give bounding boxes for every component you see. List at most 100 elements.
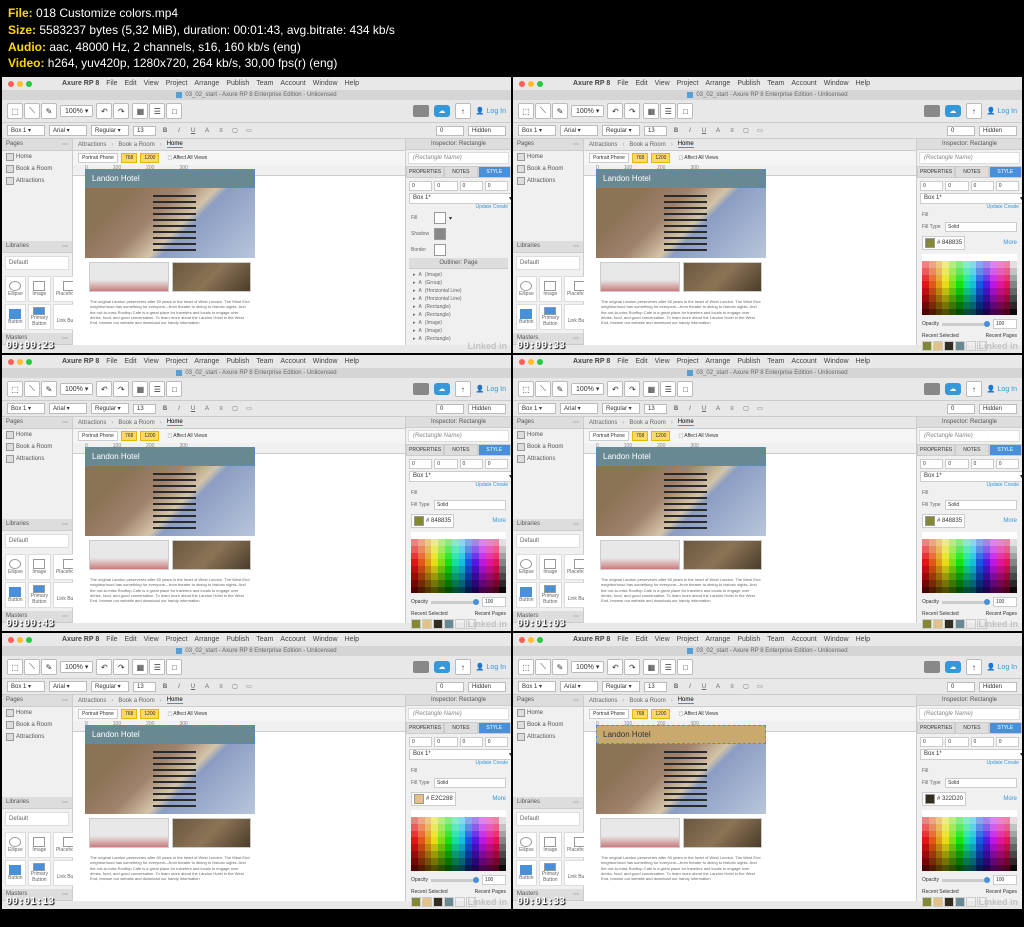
bold-icon[interactable]: B: [671, 126, 681, 136]
italic-icon[interactable]: I: [174, 126, 184, 136]
text-color-icon[interactable]: A: [713, 404, 723, 414]
page-tree-item[interactable]: Book a Room: [2, 163, 72, 175]
underline-icon[interactable]: U: [188, 682, 198, 692]
page-tree-item[interactable]: Book a Room: [513, 163, 583, 175]
library-widget[interactable]: Image: [539, 832, 562, 858]
breadcrumb-item[interactable]: Attractions: [78, 420, 106, 426]
menu-item[interactable]: Help: [856, 80, 870, 87]
menu-item[interactable]: Arrange: [194, 358, 219, 365]
style-selector[interactable]: Box 1*▾: [920, 749, 1022, 760]
align-icon[interactable]: ▦: [643, 381, 659, 397]
hotel-header[interactable]: Landon Hotel: [85, 169, 255, 188]
undo-icon[interactable]: ↶: [96, 381, 112, 397]
bold-icon[interactable]: B: [671, 404, 681, 414]
select-tool-icon[interactable]: ⬚: [518, 659, 534, 675]
thumbnail-1[interactable]: [600, 540, 680, 570]
fill-icon[interactable]: ▢: [741, 682, 751, 692]
align-left-icon[interactable]: ≡: [216, 682, 226, 692]
outline-item[interactable]: ▸A(Image): [411, 319, 506, 327]
menu-item[interactable]: Edit: [125, 80, 137, 87]
window-controls[interactable]: [8, 81, 32, 87]
font-select[interactable]: Arial ▾: [49, 125, 87, 136]
menu-item[interactable]: Publish: [737, 358, 760, 365]
menu-item[interactable]: Team: [256, 80, 273, 87]
opacity-slider[interactable]: [431, 879, 479, 882]
zoom-input[interactable]: 100% ▾: [571, 383, 604, 395]
page-tree-item[interactable]: Book a Room: [513, 719, 583, 731]
window-controls[interactable]: [519, 81, 543, 87]
font-select[interactable]: Arial ▾: [560, 681, 598, 692]
menu-item[interactable]: Account: [280, 636, 305, 643]
window-controls[interactable]: [8, 637, 32, 643]
color-hex-input[interactable]: # 848835: [922, 236, 965, 250]
canvas[interactable]: Attractions›Book a Room›Home Portrait Ph…: [584, 417, 916, 623]
inspector-tab[interactable]: STYLE: [989, 166, 1022, 178]
weight-select[interactable]: Regular ▾: [91, 681, 129, 692]
breadcrumb-item[interactable]: Home: [167, 419, 183, 426]
viewport-width[interactable]: 768: [121, 709, 137, 719]
inspector-tab[interactable]: NOTES: [955, 166, 988, 178]
hotel-header[interactable]: Landon Hotel: [596, 725, 766, 744]
pen-tool-icon[interactable]: ✎: [41, 659, 57, 675]
size-input[interactable]: 13: [133, 126, 156, 136]
thumbnail-2[interactable]: [172, 818, 252, 848]
update-link[interactable]: Update: [986, 760, 1002, 766]
redo-icon[interactable]: ↷: [113, 381, 129, 397]
menu-item[interactable]: Team: [767, 80, 784, 87]
bold-icon[interactable]: B: [671, 682, 681, 692]
default-library[interactable]: Default: [5, 812, 69, 826]
menu-item[interactable]: Window: [313, 636, 338, 643]
share-icon[interactable]: ☁: [945, 383, 961, 395]
border-icon[interactable]: ▭: [755, 404, 765, 414]
font-select[interactable]: Arial ▾: [49, 403, 87, 414]
menu-item[interactable]: Publish: [737, 80, 760, 87]
body-text[interactable]: The original Landon perseveres after 50 …: [85, 852, 255, 884]
publish-icon[interactable]: ↑: [966, 103, 982, 119]
default-library[interactable]: Default: [5, 256, 69, 270]
group-icon[interactable]: □: [677, 103, 693, 119]
inspector-tab[interactable]: PROPERTIES: [406, 722, 444, 734]
menu-item[interactable]: Account: [791, 636, 816, 643]
default-library[interactable]: Default: [516, 812, 580, 826]
breadcrumb-item[interactable]: Attractions: [78, 142, 106, 148]
group-icon[interactable]: □: [677, 659, 693, 675]
pen-tool-icon[interactable]: ✎: [41, 381, 57, 397]
menu-item[interactable]: Arrange: [194, 636, 219, 643]
create-link[interactable]: Create: [1004, 204, 1019, 210]
font-select[interactable]: Arial ▾: [49, 681, 87, 692]
menu-item[interactable]: Publish: [226, 636, 249, 643]
preview-icon[interactable]: [924, 661, 940, 673]
viewport-label[interactable]: Portrait Phone: [589, 153, 629, 163]
redo-icon[interactable]: ↷: [113, 659, 129, 675]
widget-name-input[interactable]: (Rectangle Name): [408, 708, 509, 720]
inspector-tab[interactable]: STYLE: [478, 444, 511, 456]
widget-field[interactable]: Box 1 ▾: [518, 403, 556, 414]
create-link[interactable]: Create: [493, 204, 508, 210]
library-widget[interactable]: Ellipse: [516, 832, 537, 858]
zoom-input[interactable]: 100% ▾: [571, 105, 604, 117]
body-text[interactable]: The original Landon perseveres after 50 …: [85, 296, 255, 328]
hotel-header[interactable]: Landon Hotel: [85, 725, 255, 744]
page-tree-item[interactable]: Attractions: [2, 453, 72, 465]
align-left-icon[interactable]: ≡: [216, 404, 226, 414]
prototype-mockup[interactable]: Landon Hotel The original Landon perseve…: [596, 447, 766, 606]
inspector-tab[interactable]: PROPERTIES: [917, 166, 955, 178]
page-tree-item[interactable]: Home: [513, 707, 583, 719]
align-icon[interactable]: ▦: [132, 659, 148, 675]
thumbnail-2[interactable]: [172, 540, 252, 570]
menu-item[interactable]: Arrange: [705, 358, 730, 365]
color-hex-input[interactable]: # E2C288: [411, 792, 456, 806]
breadcrumb-item[interactable]: Attractions: [78, 698, 106, 704]
canvas[interactable]: Attractions›Book a Room›Home Portrait Ph…: [73, 695, 405, 901]
default-library[interactable]: Default: [516, 534, 580, 548]
border-icon[interactable]: ▭: [244, 404, 254, 414]
outline-item[interactable]: ▸A(Image): [411, 327, 506, 335]
body-text[interactable]: The original Landon perseveres after 50 …: [85, 574, 255, 606]
underline-icon[interactable]: U: [188, 126, 198, 136]
breadcrumb-item[interactable]: Home: [167, 697, 183, 704]
outline-item[interactable]: ▸A(Group): [411, 279, 506, 287]
zoom-input[interactable]: 100% ▾: [571, 661, 604, 673]
weight-select[interactable]: Regular ▾: [91, 125, 129, 136]
redo-icon[interactable]: ↷: [624, 381, 640, 397]
align-left-icon[interactable]: ≡: [727, 682, 737, 692]
